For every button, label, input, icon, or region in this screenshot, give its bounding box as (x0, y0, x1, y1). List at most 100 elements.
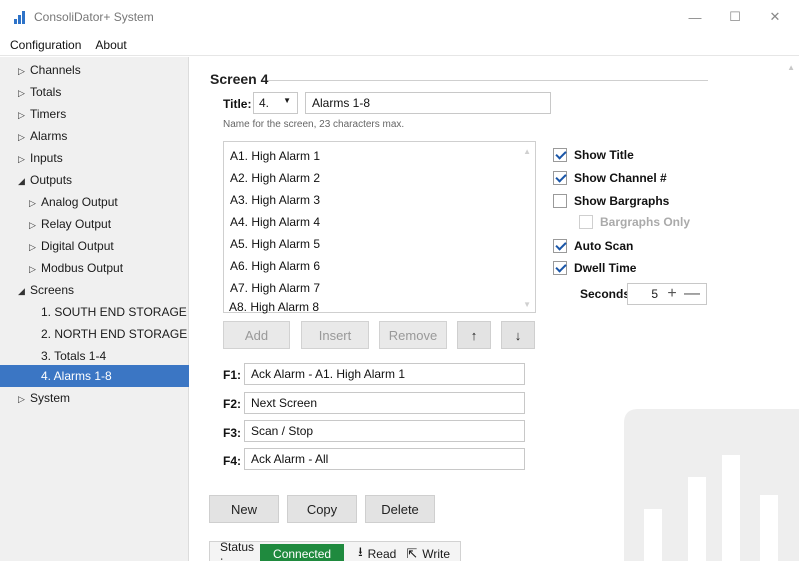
list-scroll-down-icon[interactable]: ▼ (523, 300, 531, 309)
read-button[interactable]: ⭳ Read (358, 543, 396, 561)
bargraphs-only-label: Bargraphs Only (600, 215, 691, 229)
watermark-logo (624, 409, 799, 561)
tree-item-label: Totals (30, 85, 62, 99)
tree-item-relay-output[interactable]: ▷ Relay Output (29, 213, 111, 235)
show-title-label: Show Title (574, 148, 634, 162)
expand-arrow-icon: ▷ (18, 88, 25, 98)
menu-configuration[interactable]: Configuration (10, 38, 81, 52)
tree-item-screen-1[interactable]: 1. SOUTH END STORAGE (41, 301, 187, 323)
title-number-value: 4. (259, 96, 270, 110)
tree-item-label: Inputs (30, 151, 63, 165)
status-label: Status : (220, 540, 255, 561)
read-label: Read (367, 547, 397, 561)
list-item[interactable]: A2. High Alarm 2 (230, 171, 320, 185)
tree-item-channels[interactable]: ▷ Channels (18, 59, 81, 81)
tree-item-outputs[interactable]: ◢ Outputs (18, 169, 72, 191)
tree-item-screen-2[interactable]: 2. NORTH END STORAGE (41, 323, 187, 345)
status-badge: Connected (260, 544, 345, 561)
tree-item-screens[interactable]: ◢ Screens (18, 279, 74, 301)
seconds-stepper[interactable]: 5 + — (627, 283, 707, 305)
add-button[interactable]: Add (223, 321, 290, 349)
tree-item-alarms[interactable]: ▷ Alarms (18, 125, 67, 147)
checkbox-checked-icon (553, 239, 567, 253)
tree-item-inputs[interactable]: ▷ Inputs (18, 147, 63, 169)
show-bargraphs-checkbox[interactable]: Show Bargraphs (553, 194, 669, 208)
expand-arrow-icon: ▷ (29, 242, 36, 252)
title-label: Title: (223, 97, 252, 111)
list-item[interactable]: A6. High Alarm 6 (230, 259, 320, 273)
list-item[interactable]: A4. High Alarm 4 (230, 215, 320, 229)
tree-item-modbus-output[interactable]: ▷ Modbus Output (29, 257, 123, 279)
title-input[interactable]: Alarms 1-8 (305, 92, 551, 114)
auto-scan-checkbox[interactable]: Auto Scan (553, 239, 633, 253)
list-item[interactable]: A1. High Alarm 1 (230, 149, 320, 163)
dwell-time-checkbox[interactable]: Dwell Time (553, 261, 636, 275)
write-label: Write (422, 547, 451, 561)
scroll-up-arrow-icon[interactable]: ▲ (787, 63, 795, 72)
bargraphs-only-checkbox[interactable]: Bargraphs Only (579, 215, 690, 229)
seconds-value[interactable]: 5 (628, 287, 662, 301)
copy-button[interactable]: Copy (287, 495, 357, 523)
dwell-time-label: Dwell Time (574, 261, 637, 275)
list-item[interactable]: A8. High Alarm 8 (229, 300, 319, 314)
insert-button[interactable]: Insert (301, 321, 369, 349)
dropdown-arrow-icon: ▼ (283, 96, 291, 105)
tree-item-totals[interactable]: ▷ Totals (18, 81, 61, 103)
write-button[interactable]: ⇱ Write (406, 546, 450, 561)
plus-icon[interactable]: + (662, 285, 682, 303)
expand-arrow-icon: ▷ (18, 394, 25, 404)
tree-item-screen-3[interactable]: 3. Totals 1-4 (41, 345, 106, 367)
minus-icon[interactable]: — (682, 285, 702, 303)
share-icon: ⇱ (406, 546, 418, 561)
f4-field[interactable]: Ack Alarm - All (244, 448, 525, 470)
tree-item-label: 3. Totals 1-4 (41, 349, 107, 363)
app-logo-icon (14, 10, 28, 24)
tree-item-label: System (30, 391, 71, 405)
expand-arrow-icon: ▷ (29, 264, 36, 274)
tree-item-label: Timers (30, 107, 67, 121)
show-channel-checkbox[interactable]: Show Channel # (553, 171, 667, 185)
f3-label: F3: (223, 426, 241, 440)
tree-item-label: 2. NORTH END STORAGE (41, 327, 188, 341)
checkbox-checked-icon (553, 261, 567, 275)
window-title: ConsoliDator+ System (34, 10, 154, 24)
collapse-arrow-icon: ◢ (18, 286, 25, 296)
list-item[interactable]: A3. High Alarm 3 (230, 193, 320, 207)
list-item[interactable]: A7. High Alarm 7 (230, 281, 320, 295)
title-number-select[interactable]: 4. ▼ (253, 92, 298, 114)
expand-arrow-icon: ▷ (18, 66, 25, 76)
tree-item-system[interactable]: ▷ System (18, 387, 70, 409)
list-scroll-up-icon[interactable]: ▲ (523, 147, 531, 156)
screen-editor-panel: ▲ ▼ Screen 4 Title: 4. ▼ Alarms 1-8 Name… (190, 57, 799, 561)
tree-item-screen-4[interactable]: 4. Alarms 1-8 (0, 365, 189, 387)
delete-button[interactable]: Delete (365, 495, 435, 523)
tree-item-label: Digital Output (41, 239, 114, 253)
download-arrow-icon: ⭳ (358, 544, 363, 559)
menu-about[interactable]: About (95, 38, 126, 52)
f2-field[interactable]: Next Screen (244, 392, 525, 414)
title-hint: Name for the screen, 23 characters max. (223, 119, 405, 130)
tree-item-label: Relay Output (41, 217, 112, 231)
remove-button[interactable]: Remove (379, 321, 447, 349)
checkbox-checked-icon (553, 148, 567, 162)
f3-field[interactable]: Scan / Stop (244, 420, 525, 442)
expand-arrow-icon: ▷ (29, 220, 36, 230)
show-bargraphs-label: Show Bargraphs (574, 194, 670, 208)
status-bar: Status : Connected ⭳ Read ⇱ Write (209, 540, 461, 561)
list-item[interactable]: A5. High Alarm 5 (230, 237, 320, 251)
move-up-button[interactable]: ↑ (457, 321, 491, 349)
move-down-button[interactable]: ↓ (501, 321, 535, 349)
tree-item-label: Modbus Output (41, 261, 124, 275)
channel-list[interactable]: ▲ A1. High Alarm 1 A2. High Alarm 2 A3. … (223, 141, 536, 313)
f1-field[interactable]: Ack Alarm - A1. High Alarm 1 (244, 363, 525, 385)
show-title-checkbox[interactable]: Show Title (553, 148, 634, 162)
new-button[interactable]: New (209, 495, 279, 523)
checkbox-checked-icon (553, 171, 567, 185)
screen-heading: Screen 4 (210, 71, 269, 87)
collapse-arrow-icon: ◢ (18, 176, 25, 186)
tree-item-timers[interactable]: ▷ Timers (18, 103, 66, 125)
tree-item-digital-output[interactable]: ▷ Digital Output (29, 235, 114, 257)
f4-label: F4: (223, 454, 241, 468)
tree-item-analog-output[interactable]: ▷ Analog Output (29, 191, 118, 213)
close-button[interactable]: ✕ (752, 0, 798, 34)
